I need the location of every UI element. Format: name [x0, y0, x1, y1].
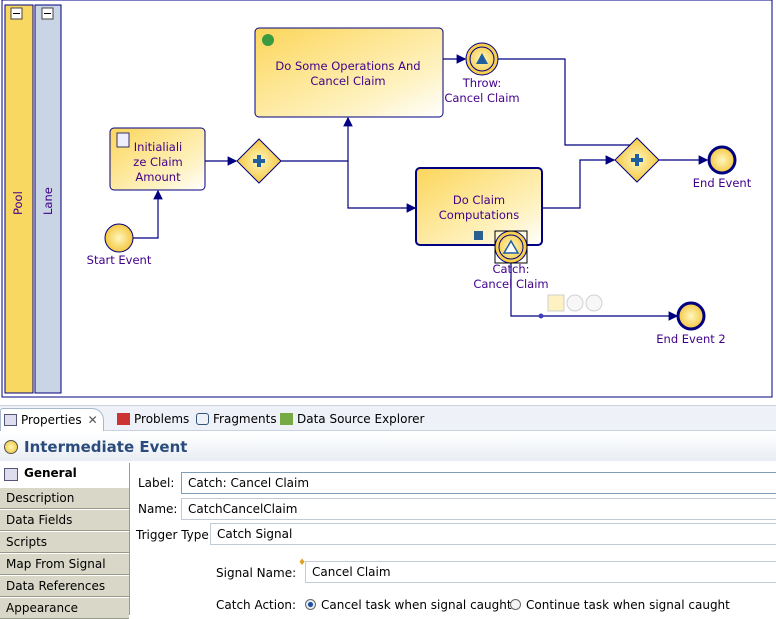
page-title: Intermediate Event [24, 438, 188, 456]
label-input[interactable]: Catch: Cancel Claim [181, 472, 776, 494]
side-tab-general[interactable]: General [0, 463, 129, 487]
svg-text:Cancel Claim: Cancel Claim [310, 74, 385, 88]
intermediate-event-icon [4, 440, 18, 454]
properties-header: Intermediate Event [0, 433, 776, 461]
tab-problems[interactable]: Problems [114, 408, 189, 431]
catch-action-label: Catch Action: [216, 598, 297, 612]
svg-text:End Event: End Event [693, 176, 752, 190]
view-tab-bar: Properties ✕ Problems Fragments Data Sour… [0, 405, 776, 431]
side-tab-description[interactable]: Description [0, 487, 129, 509]
side-tab-scripts[interactable]: Scripts [0, 531, 129, 553]
svg-text:Amount: Amount [135, 170, 181, 184]
user-icon [262, 34, 274, 46]
expand-subprocess-icon[interactable] [474, 231, 483, 240]
radio-cancel-task[interactable]: Cancel task when signal caught [305, 598, 512, 612]
trigger-type-label: Trigger Type: [136, 528, 213, 542]
name-field-label: Name: [138, 502, 178, 516]
svg-text:Throw:: Throw: [462, 76, 501, 90]
general-icon [4, 468, 18, 481]
lane-label: Lane [41, 187, 55, 215]
pool-label: Pool [11, 191, 25, 215]
trigger-type-select[interactable]: Catch Signal [210, 523, 776, 545]
process-diagram-canvas[interactable]: Pool Lane Do Some Operations And Cancel … [0, 0, 776, 400]
task-initialize-claim[interactable]: Initialiali ze Claim Amount [109, 127, 206, 191]
svg-text:Cancel Claim: Cancel Claim [444, 91, 519, 105]
properties-icon [4, 414, 17, 426]
close-tab-icon[interactable]: ✕ [88, 413, 98, 427]
tab-properties[interactable]: Properties ✕ [0, 408, 104, 431]
side-tab-appearance[interactable]: Appearance [0, 597, 129, 619]
side-tab-data-references[interactable]: Data References [0, 575, 129, 597]
side-tab-map-from-signal[interactable]: Map From Signal [0, 553, 129, 575]
radio-continue-task[interactable]: Continue task when signal caught [510, 598, 730, 612]
svg-text:Cancel Claim: Cancel Claim [473, 277, 548, 291]
name-input[interactable]: CatchCancelClaim [181, 498, 776, 520]
label-field-label: Label: [138, 476, 175, 490]
fragments-icon [196, 413, 209, 425]
radio-button[interactable] [305, 599, 316, 610]
svg-text:Computations: Computations [439, 208, 519, 222]
svg-text:ze Claim: ze Claim [133, 155, 182, 169]
radio-button[interactable] [510, 599, 521, 610]
lane[interactable]: Lane [34, 4, 62, 394]
tab-fragments[interactable]: Fragments [193, 408, 277, 431]
pool[interactable]: Pool [4, 4, 34, 394]
task-do-some-operations[interactable]: Do Some Operations And Cancel Claim [254, 27, 444, 118]
script-icon [116, 132, 130, 148]
svg-text:End Event 2: End Event 2 [656, 332, 725, 346]
signal-name-label: Signal Name: [216, 566, 297, 580]
task-do-claim-computations[interactable]: Do Claim Computations [415, 167, 543, 246]
problems-icon [117, 413, 130, 425]
svg-text:Do Some Operations And: Do Some Operations And [275, 59, 420, 73]
svg-text:Do Claim: Do Claim [453, 193, 505, 207]
svg-text:Start Event: Start Event [87, 253, 152, 267]
signal-name-input[interactable]: Cancel Claim [305, 561, 776, 583]
tab-data-source-explorer[interactable]: Data Source Explorer [277, 408, 424, 431]
quick-action-icons[interactable] [547, 294, 603, 312]
data-source-icon [280, 413, 293, 425]
properties-side-tabs: General Description Data Fields Scripts … [0, 463, 130, 619]
side-tab-data-fields[interactable]: Data Fields [0, 509, 129, 531]
svg-text:Catch:: Catch: [492, 262, 529, 276]
svg-text:Initialiali: Initialiali [134, 140, 182, 154]
